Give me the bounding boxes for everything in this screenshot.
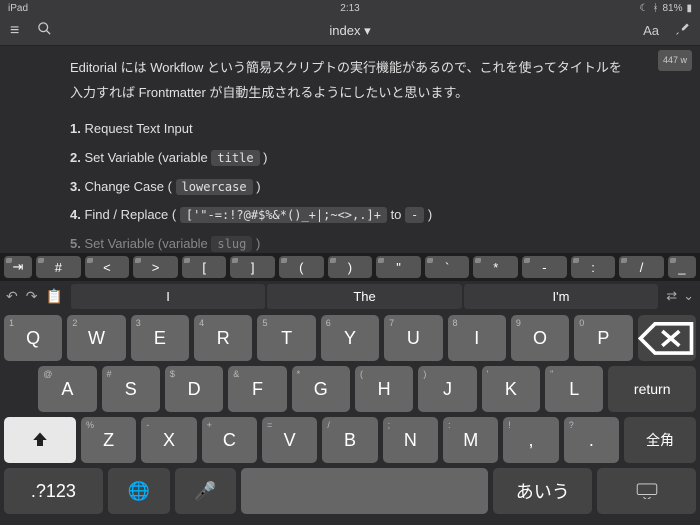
sym-key[interactable]: ) — [328, 256, 373, 278]
battery-icon: ▮ — [686, 3, 692, 14]
editor-area[interactable]: 447 w Editorial には Workflow という簡易スクリプトの実… — [0, 46, 700, 257]
key-x[interactable]: -X — [141, 417, 196, 463]
num-key[interactable]: .?123 — [4, 468, 103, 514]
key-j[interactable]: )J — [418, 366, 476, 412]
list-item: 2. Set Variable (variable title ) — [70, 146, 630, 171]
key-h[interactable]: (H — [355, 366, 413, 412]
word-count-badge: 447 w — [658, 50, 692, 71]
wrench-icon[interactable] — [675, 21, 690, 41]
space-key[interactable] — [241, 468, 488, 514]
search-icon[interactable] — [37, 21, 52, 41]
key-g[interactable]: *G — [292, 366, 350, 412]
symbol-row: ⇥ # < > [ ] ( ) " ` * - : / _ — [0, 253, 700, 281]
document-title[interactable]: index ▾ — [329, 23, 370, 39]
key-c[interactable]: +C — [202, 417, 257, 463]
sym-key[interactable]: * — [473, 256, 518, 278]
kana-key[interactable]: あいう — [493, 468, 592, 514]
toolbar: ≡ index ▾ Aa — [0, 16, 700, 46]
key-e[interactable]: 3E — [131, 315, 189, 361]
sym-key[interactable]: ] — [230, 256, 275, 278]
prediction-row: ↶ ↷ 📋 I The I'm ⇄ ⌄ — [0, 281, 700, 311]
key-b[interactable]: /B — [322, 417, 377, 463]
status-bar: iPad 2:13 ☾ ᚼ 81% ▮ — [0, 0, 700, 16]
font-settings-button[interactable]: Aa — [643, 23, 659, 38]
list-item: 1. Request Text Input — [70, 117, 630, 142]
bluetooth-icon: ᚼ — [652, 3, 658, 14]
menu-icon[interactable]: ≡ — [10, 22, 19, 40]
sym-key[interactable]: < — [85, 256, 130, 278]
battery-label: 81% — [662, 3, 682, 14]
sym-key[interactable]: ( — [279, 256, 324, 278]
redo-icon[interactable]: ↷ — [26, 288, 38, 305]
key-o[interactable]: 9O — [511, 315, 569, 361]
globe-key[interactable]: 🌐 — [108, 468, 170, 514]
key-d[interactable]: $D — [165, 366, 223, 412]
keyboard-main: 1Q2W3E4R5T6Y7U8I9O0P @A#S$D&F*G(H)J'K"Lr… — [0, 311, 700, 525]
sym-key[interactable]: : — [571, 256, 616, 278]
key-v[interactable]: =V — [262, 417, 317, 463]
key-l[interactable]: "L — [545, 366, 603, 412]
sym-key[interactable]: - — [522, 256, 567, 278]
sym-key[interactable]: ` — [425, 256, 470, 278]
key-k[interactable]: 'K — [482, 366, 540, 412]
key-t[interactable]: 5T — [257, 315, 315, 361]
key-i[interactable]: 8I — [448, 315, 506, 361]
key-w[interactable]: 2W — [67, 315, 125, 361]
return-key[interactable]: return — [608, 366, 696, 412]
key-.[interactable]: ?. — [564, 417, 619, 463]
key-f[interactable]: &F — [228, 366, 286, 412]
sym-key[interactable]: _ — [668, 256, 696, 278]
mic-key[interactable]: 🎤 — [175, 468, 237, 514]
sym-key-tab[interactable]: ⇥ — [4, 256, 32, 278]
paste-icon[interactable]: 📋 — [45, 288, 62, 305]
sym-key[interactable]: [ — [182, 256, 227, 278]
key-a[interactable]: @A — [38, 366, 96, 412]
chevron-down-icon[interactable]: ⌄ — [683, 288, 694, 304]
key-n[interactable]: ;N — [383, 417, 438, 463]
clock: 2:13 — [340, 3, 359, 14]
key-u[interactable]: 7U — [384, 315, 442, 361]
key-y[interactable]: 6Y — [321, 315, 379, 361]
list-item: 3. Change Case ( lowercase ) — [70, 175, 630, 200]
paragraph: Editorial には Workflow という簡易スクリプトの実行機能がある… — [70, 56, 630, 105]
key-s[interactable]: #S — [102, 366, 160, 412]
settings-icon[interactable]: ⇄ — [666, 288, 677, 304]
moon-icon: ☾ — [640, 3, 649, 14]
key-p[interactable]: 0P — [574, 315, 632, 361]
key-,[interactable]: !, — [503, 417, 558, 463]
key-z[interactable]: %Z — [81, 417, 136, 463]
list-item: 4. Find / Replace ( ['"-=:!?@#$%&*()_+|;… — [70, 203, 630, 228]
device-label: iPad — [8, 3, 28, 14]
sym-key[interactable]: " — [376, 256, 421, 278]
shift-key[interactable] — [4, 417, 76, 463]
keyboard: ⇥ # < > [ ] ( ) " ` * - : / _ ↶ ↷ 📋 I Th… — [0, 253, 700, 525]
sym-key[interactable]: / — [619, 256, 664, 278]
prediction-item[interactable]: The — [267, 284, 461, 309]
undo-icon[interactable]: ↶ — [6, 288, 18, 305]
sym-key[interactable]: # — [36, 256, 81, 278]
sym-key[interactable]: > — [133, 256, 178, 278]
prediction-item[interactable]: I'm — [464, 284, 658, 309]
zenkaku-key[interactable]: 全角 — [624, 417, 696, 463]
prediction-item[interactable]: I — [71, 284, 265, 309]
key-q[interactable]: 1Q — [4, 315, 62, 361]
backspace-key[interactable] — [638, 315, 696, 361]
key-r[interactable]: 4R — [194, 315, 252, 361]
dismiss-keyboard-key[interactable] — [597, 468, 696, 514]
key-m[interactable]: :M — [443, 417, 498, 463]
